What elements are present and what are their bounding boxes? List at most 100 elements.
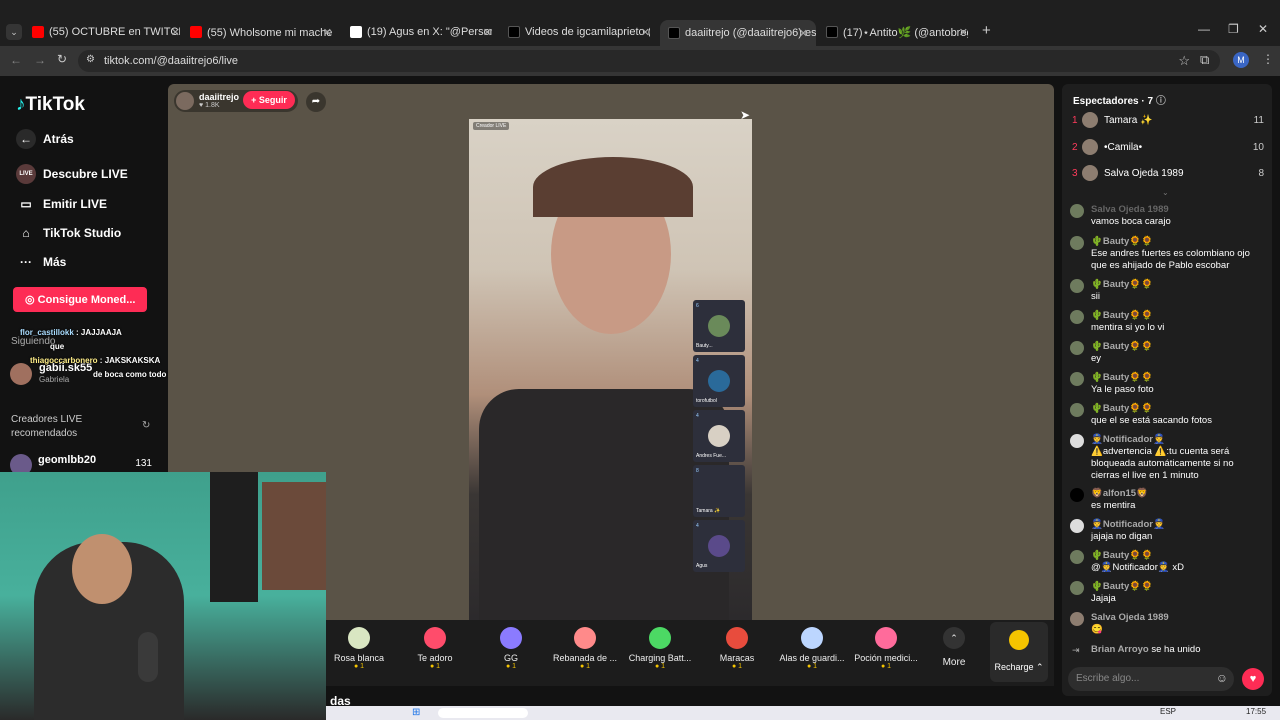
chat-message: 🌵Bauty🌻🌻 Ese andres fuertes es colombiano… xyxy=(1070,236,1260,272)
guest-tile[interactable]: 6 Bauty... xyxy=(693,300,745,352)
close-icon[interactable]: ✕ xyxy=(171,26,180,39)
tab-5-active[interactable]: daaiitrejo (@daaiitrejo6) es ✕ xyxy=(660,20,816,46)
gift-icon xyxy=(726,627,748,649)
emoji-icon[interactable]: ☺ xyxy=(1216,671,1228,685)
webcam-door xyxy=(210,472,258,602)
chat-message: 🌵Bauty🌻🌻 que el se está sacando fotos xyxy=(1070,403,1260,427)
bookmark-star-icon[interactable]: ☆ xyxy=(1178,53,1190,69)
share-icon[interactable]: ➦ xyxy=(306,92,326,112)
close-icon[interactable]: ✕ xyxy=(323,26,332,39)
gift-item[interactable]: Rebanada de ... ● 1 xyxy=(552,627,618,670)
tab-3[interactable]: (19) Agus en X: "@PersonalFlo✕ xyxy=(350,22,492,42)
gift-item[interactable]: Poción medici... ● 1 xyxy=(853,627,919,670)
chat-message: 🌵Bauty🌻🌻 sii xyxy=(1070,279,1260,303)
close-icon[interactable]: ✕ xyxy=(483,26,492,39)
guest-tile[interactable]: 4 torofutbol xyxy=(693,355,745,407)
heart-button[interactable]: ♥ xyxy=(1242,668,1264,690)
chat-message: 🌵Bauty🌻🌻 @👮Notificador👮 xD xyxy=(1070,550,1260,574)
avatar xyxy=(708,315,730,337)
taskbar-search[interactable] xyxy=(438,708,528,718)
maximize-icon[interactable]: ❐ xyxy=(1228,22,1239,36)
minimize-icon[interactable]: — xyxy=(1198,22,1210,36)
gift-item[interactable]: Alas de guardi... ● 1 xyxy=(779,627,845,670)
viewer-row[interactable]: 3 Salva Ojeda 1989 8 xyxy=(1072,165,1264,181)
windows-start-icon[interactable]: ⊞ xyxy=(412,707,420,718)
webcam-overlay: das xyxy=(0,472,351,720)
gift-icon xyxy=(801,627,823,649)
gift-item[interactable]: Charging Batt... ● 1 xyxy=(627,627,693,670)
gift-item[interactable]: GG ● 1 xyxy=(478,627,544,670)
avatar xyxy=(1070,204,1084,218)
guest-tile[interactable]: 4 Andres Fue... xyxy=(693,410,745,462)
avatar[interactable] xyxy=(176,92,194,110)
streamer-header: daaiitrejo ♥ 1.8K + Seguir xyxy=(174,90,298,112)
window-close-icon[interactable]: ✕ xyxy=(1258,22,1268,36)
join-icon: ⇥ xyxy=(1072,645,1080,655)
tab-2[interactable]: (55) Wholsome mi machete 🎞✕ xyxy=(190,22,332,42)
info-icon[interactable]: ⓘ xyxy=(1156,96,1166,107)
recharge-button[interactable]: Recharge ⌃ xyxy=(990,622,1048,682)
follow-button[interactable]: + Seguir xyxy=(243,91,295,109)
x-icon xyxy=(350,26,362,38)
avatar xyxy=(1070,341,1084,355)
reload-icon[interactable]: ↻ xyxy=(57,52,67,66)
more-dots-icon: ··· xyxy=(20,255,32,269)
site-info-icon[interactable]: ⚙ xyxy=(86,54,95,65)
avatar xyxy=(708,425,730,447)
avatar xyxy=(10,363,32,385)
guest-tile[interactable]: 8 Tamara ✨ xyxy=(693,465,745,517)
close-icon[interactable]: ✕ xyxy=(959,26,968,39)
chat-message: 👮Notificador👮 jajaja no digan xyxy=(1070,519,1260,543)
gift-item[interactable]: Te adoro ● 1 xyxy=(402,627,468,670)
new-tab-icon[interactable]: + xyxy=(982,22,991,39)
chevron-down-icon[interactable]: ⌄ xyxy=(1162,188,1169,197)
avatar xyxy=(1070,403,1084,417)
chat-message: 🦁alfon15🦁 es mentira xyxy=(1070,488,1260,512)
overlay-chat-line: que xyxy=(50,342,65,351)
browser-menu-icon[interactable]: ⋮ xyxy=(1262,52,1274,66)
tab-6[interactable]: (17)⋆Antito🌿 (@antobreglia✕ xyxy=(826,22,968,42)
taskbar-lang[interactable]: ESP xyxy=(1160,707,1176,716)
url-field[interactable]: ⚙ tiktok.com/@daaiitrejo6/live ☆ xyxy=(78,50,1220,72)
nav-descubre-live[interactable]: LIVE Descubre LIVE xyxy=(16,164,128,184)
guest-tile[interactable]: 4 Agus xyxy=(693,520,745,572)
gift-item[interactable]: Rosa blanca ● 1 xyxy=(326,627,392,670)
viewer-row[interactable]: 2 •Camila• 10 xyxy=(1072,139,1264,155)
taskbar-clock[interactable]: 17:55 xyxy=(1246,707,1266,716)
coins-button[interactable]: ◎ Consigue Moned... xyxy=(13,287,147,312)
forward-icon[interactable]: → xyxy=(34,53,46,67)
avatar xyxy=(1070,488,1084,502)
gift-icon xyxy=(574,627,596,649)
chat-message: 🌵Bauty🌻🌻 Ya le paso foto xyxy=(1070,372,1260,396)
chat-input[interactable]: Escribe algo... ☺ xyxy=(1068,667,1234,691)
nav-mas[interactable]: ··· Más xyxy=(16,252,66,272)
chat-message: 👮Notificador👮 ⚠️advertencia ⚠️:tu cuenta … xyxy=(1070,434,1260,482)
nav-emitir-live[interactable]: ▭ Emitir LIVE xyxy=(16,194,107,214)
back-link[interactable]: ← Atrás xyxy=(16,129,74,149)
tab-search-icon[interactable]: ⌄ xyxy=(6,24,22,40)
chevron-up-icon: ⌃ xyxy=(943,627,965,649)
tiktok-note-icon: ♪ xyxy=(16,94,26,115)
nav-tiktok-studio[interactable]: ⌂ TikTok Studio xyxy=(16,223,121,243)
streamer-hair xyxy=(533,157,693,217)
gift-item[interactable]: Maracas ● 1 xyxy=(704,627,770,670)
recommended-label: Creadores LIVE recomendados xyxy=(11,414,83,439)
bell-icon xyxy=(1070,434,1084,448)
browser-tab-bar: ⌄ (55) OCTUBRE en TWITCH y KIC✕ (55) Who… xyxy=(0,0,1280,46)
overlay-chat-line: thiagoccarbonero : JAKSKAKSKA xyxy=(30,356,161,365)
profile-avatar[interactable]: M xyxy=(1233,52,1249,68)
back-icon[interactable]: ← xyxy=(10,53,22,67)
gift-more-button[interactable]: ⌃ More xyxy=(926,627,982,668)
tab-4[interactable]: Videos de igcamilaprieto (@car✕ xyxy=(508,22,650,42)
tab-1[interactable]: (55) OCTUBRE en TWITCH y KIC✕ xyxy=(32,22,180,42)
chat-message: 🌵Bauty🌻🌻 mentira si yo lo vi xyxy=(1070,310,1260,334)
extensions-icon[interactable]: ⧉ xyxy=(1200,52,1209,68)
avatar xyxy=(1070,550,1084,564)
close-icon[interactable]: ✕ xyxy=(799,27,808,40)
avatar xyxy=(1070,236,1084,250)
tiktok-logo[interactable]: ♪TikTok xyxy=(16,94,85,116)
refresh-icon[interactable]: ↻ xyxy=(142,420,150,431)
viewer-row[interactable]: 1 Tamara ✨ 11 xyxy=(1072,112,1264,128)
avatar xyxy=(708,370,730,392)
close-icon[interactable]: ✕ xyxy=(641,26,650,39)
